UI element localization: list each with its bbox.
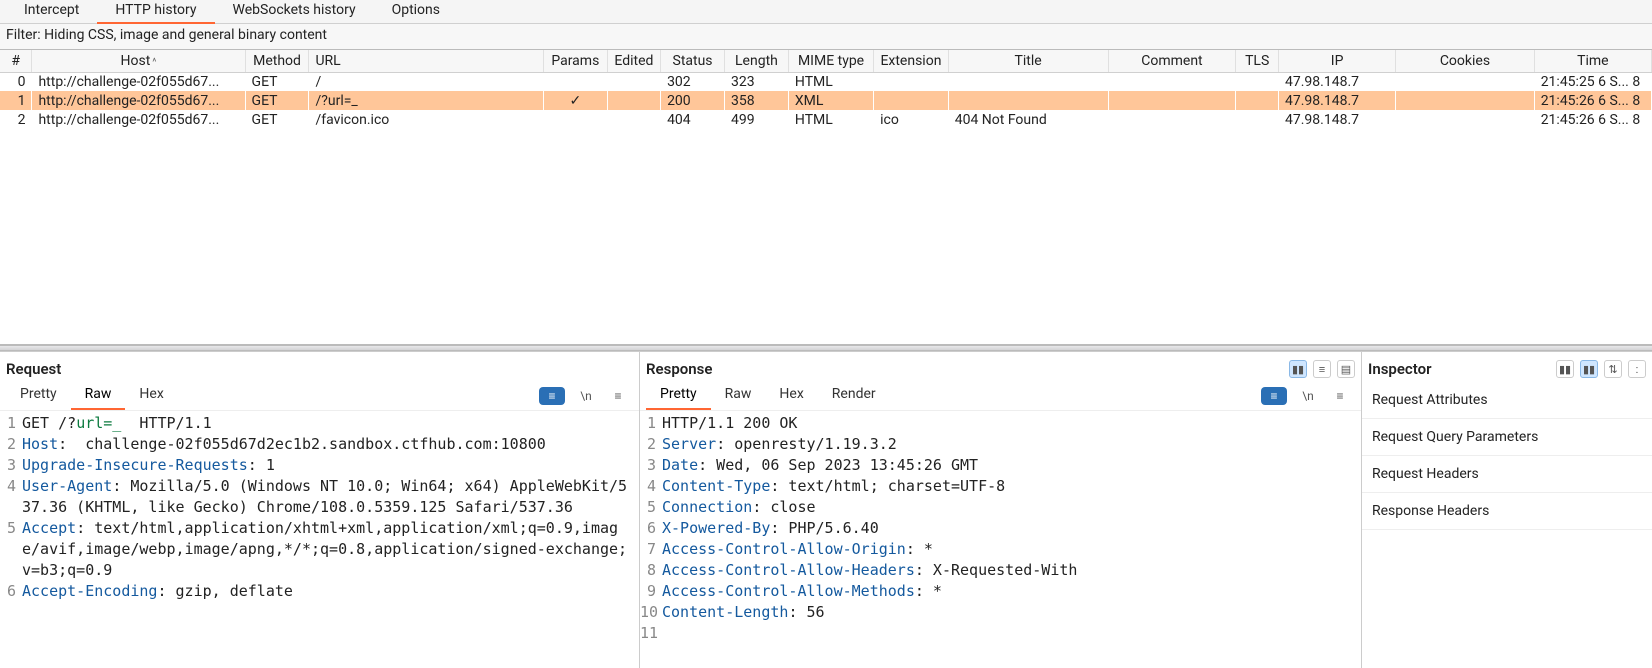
request-body[interactable]: 1GET /?url=_ HTTP/1.12Host: challenge-02… — [0, 411, 639, 668]
inspector-layout-a-icon[interactable]: ▮▮ — [1556, 360, 1574, 378]
response-title: Response — [646, 360, 712, 378]
response-body[interactable]: 1HTTP/1.1 200 OK2Server: openresty/1.19.… — [640, 411, 1361, 668]
col-status[interactable]: Status — [661, 50, 725, 72]
col-ext[interactable]: Extension — [874, 50, 949, 72]
inspector-request-headers[interactable]: Request Headers — [1362, 456, 1652, 493]
col-title[interactable]: Title — [948, 50, 1108, 72]
col-params[interactable]: Params — [543, 50, 607, 72]
response-actions-icon[interactable]: ≡ — [1261, 387, 1287, 405]
request-tab-raw[interactable]: Raw — [71, 382, 126, 410]
table-row[interactable]: 2http://challenge-02f055d67...GET/favico… — [0, 110, 1652, 129]
response-tab-pretty[interactable]: Pretty — [646, 382, 711, 410]
layout-rows-icon[interactable]: ≡ — [1313, 360, 1331, 378]
inspector-settings-icon[interactable]: : — [1628, 360, 1646, 378]
response-menu-icon[interactable]: ≡ — [1329, 387, 1351, 405]
request-actions-icon[interactable]: ≡ — [539, 387, 565, 405]
table-row[interactable]: 0http://challenge-02f055d67...GET/302323… — [0, 72, 1652, 91]
inspector-layout-b-icon[interactable]: ▮▮ — [1580, 360, 1598, 378]
col-mime[interactable]: MIME type — [788, 50, 873, 72]
response-newline-icon[interactable]: \n — [1297, 387, 1319, 405]
table-row[interactable]: 1http://challenge-02f055d67...GET/?url=_… — [0, 91, 1652, 110]
request-menu-icon[interactable]: ≡ — [607, 387, 629, 405]
response-tab-hex[interactable]: Hex — [765, 382, 817, 410]
col-comment[interactable]: Comment — [1108, 50, 1236, 72]
inspector-response-headers[interactable]: Response Headers — [1362, 493, 1652, 530]
col-length[interactable]: Length — [724, 50, 788, 72]
col-time[interactable]: Time — [1534, 50, 1651, 72]
col-num[interactable]: # — [0, 50, 32, 72]
main-tabs: Intercept HTTP history WebSockets histor… — [0, 0, 1652, 24]
request-tab-pretty[interactable]: Pretty — [6, 382, 71, 410]
inspector-collapse-icon[interactable]: ⇅ — [1604, 360, 1622, 378]
col-cookies[interactable]: Cookies — [1396, 50, 1535, 72]
request-tab-hex[interactable]: Hex — [125, 382, 177, 410]
filter-bar[interactable]: Filter: Hiding CSS, image and general bi… — [0, 24, 1652, 49]
tab-intercept[interactable]: Intercept — [6, 0, 97, 24]
inspector-request-query[interactable]: Request Query Parameters — [1362, 419, 1652, 456]
layout-tabs-icon[interactable]: ▤ — [1337, 360, 1355, 378]
request-newline-icon[interactable]: \n — [575, 387, 597, 405]
sort-asc-icon: ^ — [152, 57, 156, 68]
response-panel: Response ▮▮ ≡ ▤ Pretty Raw Hex Render ≡ … — [640, 352, 1362, 668]
request-title: Request — [6, 360, 61, 378]
col-edited[interactable]: Edited — [607, 50, 660, 72]
col-url[interactable]: URL — [309, 50, 543, 72]
col-tls[interactable]: TLS — [1236, 50, 1279, 72]
history-table-region: # Host^ Method URL Params Edited Status … — [0, 49, 1652, 345]
col-host[interactable]: Host^ — [32, 50, 245, 72]
tab-http-history[interactable]: HTTP history — [97, 0, 214, 24]
response-tab-raw[interactable]: Raw — [711, 382, 766, 410]
history-table: # Host^ Method URL Params Edited Status … — [0, 50, 1652, 129]
layout-columns-icon[interactable]: ▮▮ — [1289, 360, 1307, 378]
request-panel: Request Pretty Raw Hex ≡ \n ≡ 1GET /?url… — [0, 352, 640, 668]
col-ip[interactable]: IP — [1278, 50, 1395, 72]
inspector-title: Inspector — [1368, 360, 1431, 378]
history-table-header[interactable]: # Host^ Method URL Params Edited Status … — [0, 50, 1652, 72]
inspector-panel: Inspector ▮▮ ▮▮ ⇅ : Request Attributes R… — [1362, 352, 1652, 668]
tab-options[interactable]: Options — [374, 0, 458, 24]
tab-ws-history[interactable]: WebSockets history — [215, 0, 374, 24]
response-tab-render[interactable]: Render — [818, 382, 890, 410]
col-method[interactable]: Method — [245, 50, 309, 72]
inspector-request-attributes[interactable]: Request Attributes — [1362, 382, 1652, 419]
